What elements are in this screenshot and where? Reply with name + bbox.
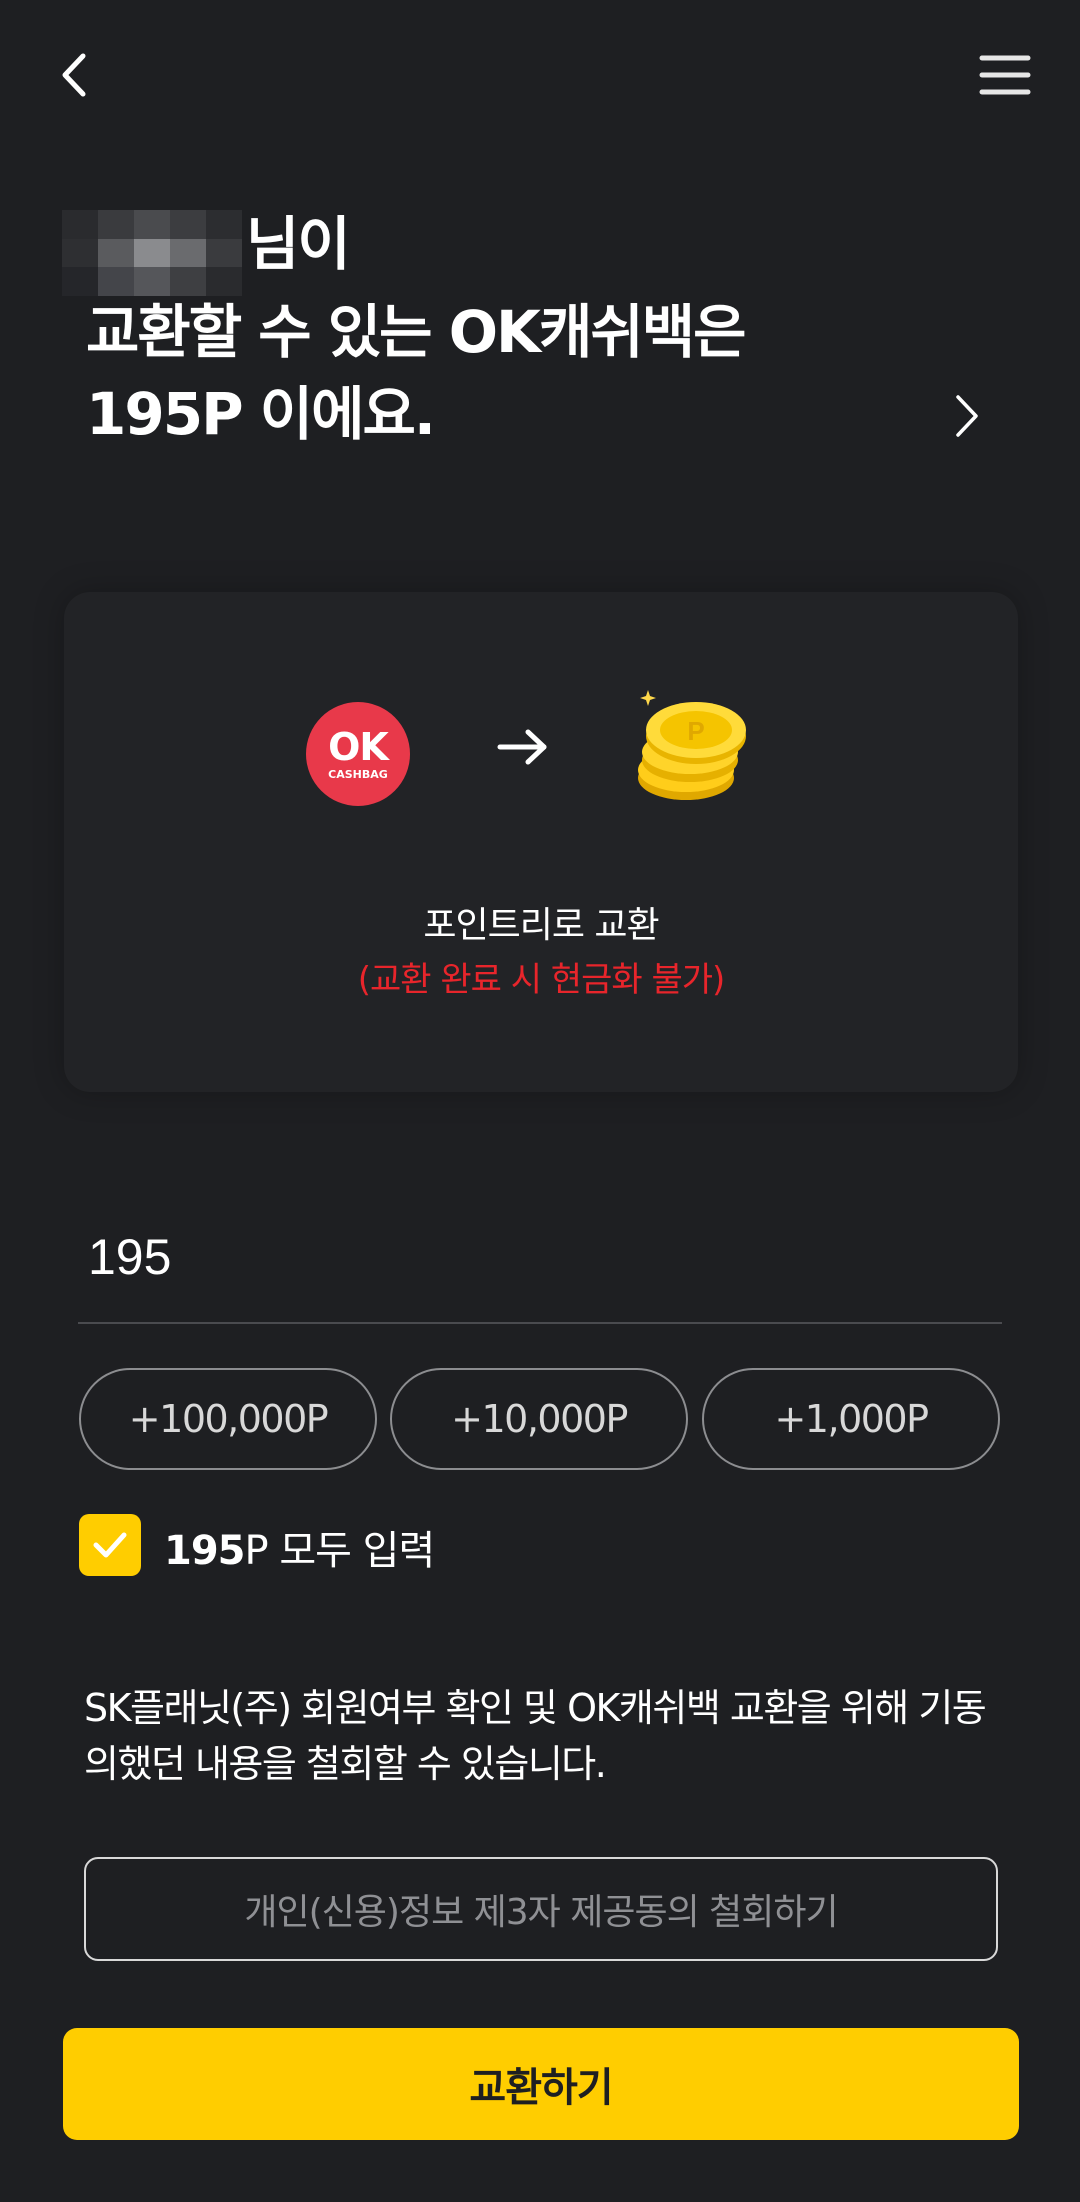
consent-notice: SK플래닛(주) 회원여부 확인 및 OK캐쉬백 교환을 위해 기동의했던 내용…	[84, 1686, 987, 1786]
coins-icon: P	[638, 690, 746, 800]
title-line-3: 195P 이에요.	[86, 380, 436, 448]
title-line-2: 교환할 수 있는 OK캐쉬백은	[86, 298, 746, 366]
chevron-right-icon	[956, 395, 978, 437]
chevron-left-icon	[62, 53, 86, 97]
amount-input[interactable]	[88, 1222, 988, 1292]
use-all-checkbox[interactable]	[79, 1514, 141, 1576]
add-10000-button[interactable]: +10,000P	[390, 1368, 688, 1470]
use-all-label[interactable]: 195P 모두 입력	[164, 1518, 436, 1576]
hamburger-menu-icon	[979, 55, 1031, 95]
back-button[interactable]	[40, 40, 110, 110]
exchange-warning: (교환 완료 시 현금화 불가)	[357, 960, 726, 1000]
withdraw-consent-button[interactable]: 개인(신용)정보 제3자 제공동의 철회하기	[84, 1857, 998, 1961]
checkmark-icon	[93, 1532, 127, 1558]
exchange-target-label: 포인트리로 교환	[423, 905, 659, 946]
title-line-1: 님이	[246, 210, 351, 278]
ok-cashbag-logo: OK CASHBAG	[306, 702, 410, 806]
use-all-points: 195	[164, 1528, 245, 1574]
svg-text:P: P	[687, 716, 704, 746]
ok-logo-subtext: CASHBAG	[328, 767, 388, 781]
ok-logo-text: OK	[328, 724, 389, 769]
amount-underline	[78, 1322, 1002, 1324]
add-1000-button[interactable]: +1,000P	[702, 1368, 1000, 1470]
use-all-text: P 모두 입력	[244, 1528, 436, 1574]
exchange-button[interactable]: 교환하기	[63, 2028, 1019, 2140]
blurred-user-name	[62, 210, 242, 296]
arrow-right-icon	[497, 729, 547, 765]
points-detail-button[interactable]	[942, 386, 992, 446]
add-100000-button[interactable]: +100,000P	[79, 1368, 377, 1470]
menu-button[interactable]	[970, 40, 1040, 110]
exchange-card	[64, 592, 1018, 1092]
